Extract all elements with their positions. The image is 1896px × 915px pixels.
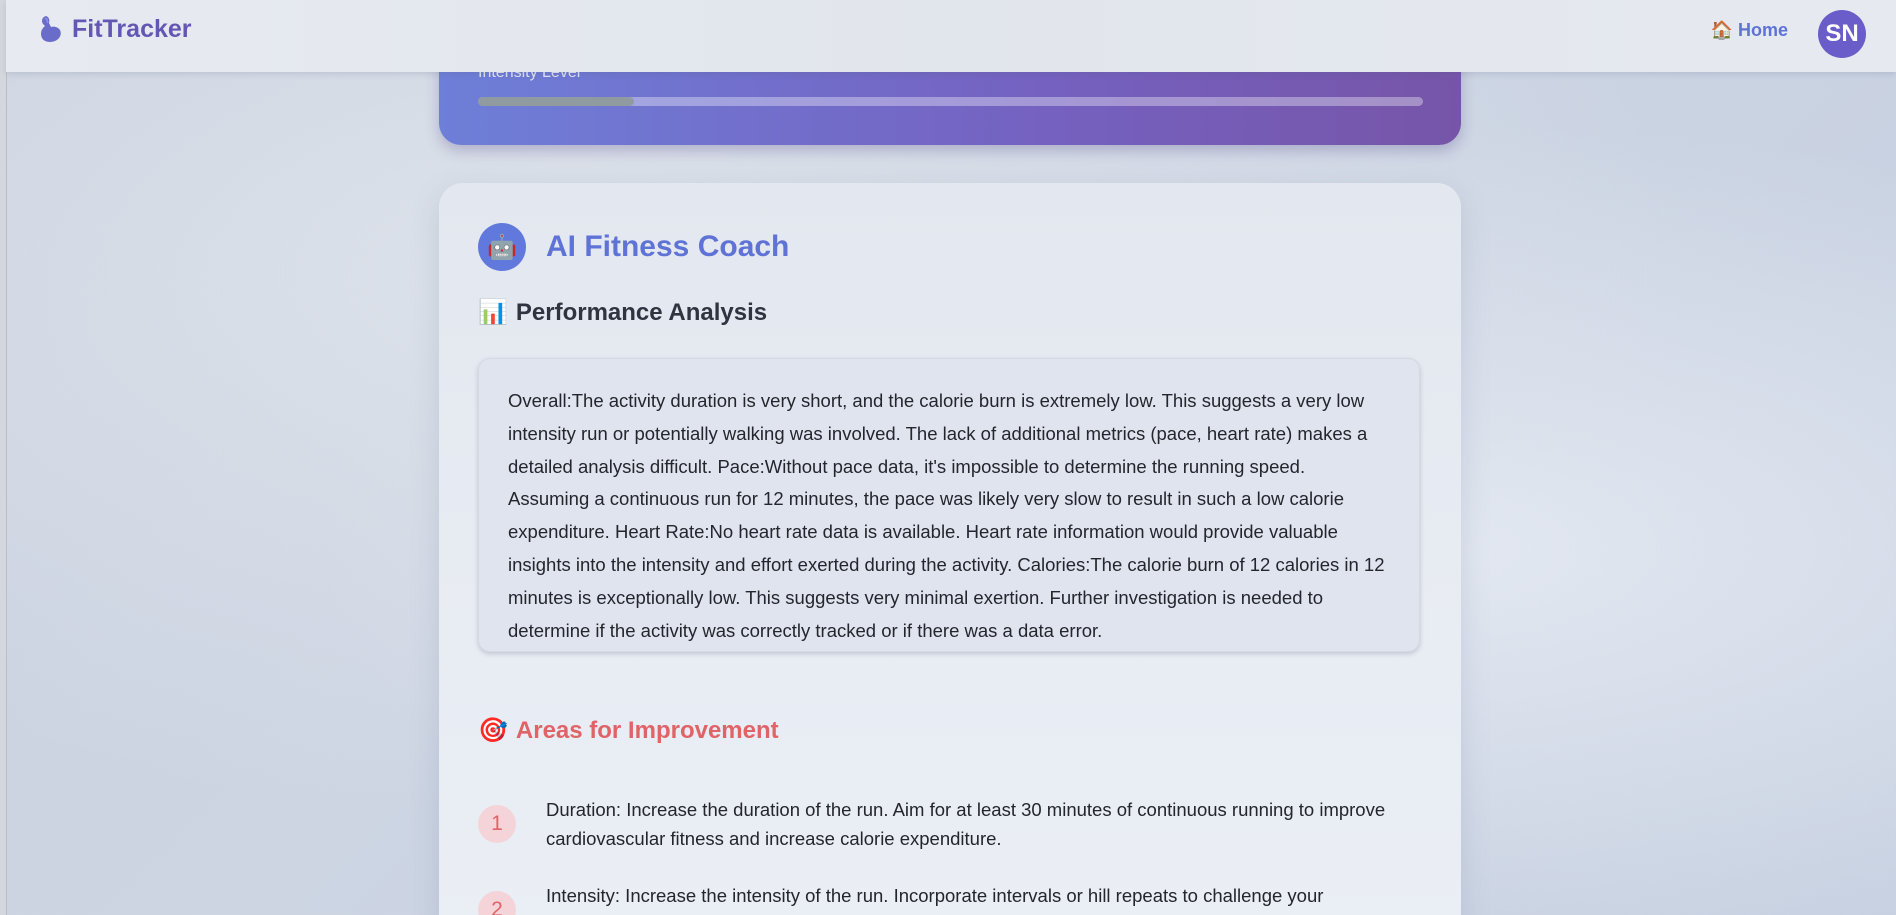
performance-analysis-title: Performance Analysis [515,298,768,326]
user-avatar[interactable]: SN [1818,10,1866,58]
list-item: 1 Duration: Increase the duration of the… [478,795,1418,853]
improvement-title: Areas for Improvement [515,716,779,744]
nav-home-link[interactable]: 🏠 Home [1711,20,1788,41]
coach-header: 🤖 AI Fitness Coach [478,223,789,271]
house-icon: 🏠 [1710,20,1733,40]
improvement-heading: 🎯 Areas for Improvement [478,716,779,745]
intensity-progress-bar [478,97,1423,106]
target-icon: 🎯 [478,717,508,744]
coach-title: AI Fitness Coach [546,230,790,263]
performance-analysis-heading: 📊 Performance Analysis [478,298,767,327]
top-navbar: FitTracker 🏠 Home SN [6,0,1896,72]
flexed-biceps-icon [41,16,61,42]
ai-coach-card: 🤖 AI Fitness Coach 📊 Performance Analysi… [439,183,1461,915]
item-text: Duration: Increase the duration of the r… [546,799,1386,849]
item-text: Intensity: Increase the intensity of the… [546,885,1324,906]
bar-chart-icon: 📊 [478,299,508,326]
item-number-badge: 1 [478,805,516,843]
robot-icon: 🤖 [478,223,526,271]
nav-home-label: Home [1737,20,1788,40]
performance-analysis-text: Overall:The activity duration is very sh… [478,358,1420,652]
window-left-edge [0,0,7,915]
item-number-badge: 2 [478,891,516,915]
intensity-progress-fill [478,97,634,106]
brand-logo[interactable]: FitTracker [36,14,192,44]
list-item: 2 Intensity: Increase the intensity of t… [478,881,1418,915]
brand-name: FitTracker [72,14,192,43]
